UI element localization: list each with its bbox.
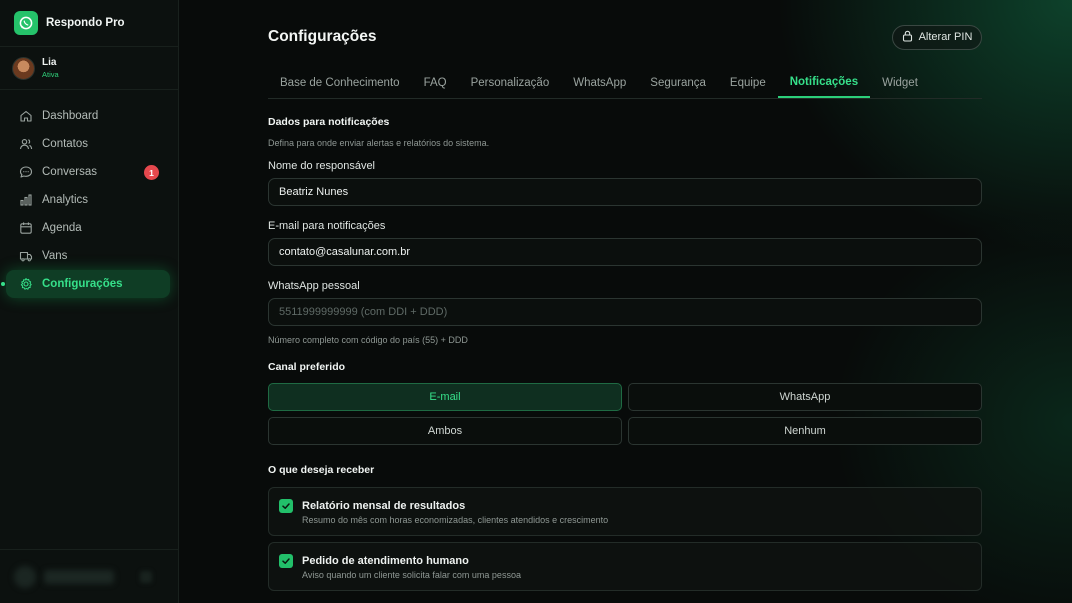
option-title: Pedido de atendimento humano <box>302 555 469 567</box>
users-icon <box>19 137 33 151</box>
unread-badge: 1 <box>144 165 159 180</box>
bar-chart-icon <box>19 193 33 207</box>
settings-tabs: Base de Conhecimento FAQ Personalização … <box>268 68 982 99</box>
option-description: Resumo do mês com horas economizadas, cl… <box>302 515 609 525</box>
section-title: Dados para notificações <box>268 116 390 128</box>
change-pin-label: Alterar PIN <box>918 31 973 43</box>
channel-label: Canal preferido <box>268 361 346 373</box>
home-icon <box>19 109 33 123</box>
sidebar-item-analytics[interactable]: Analytics <box>0 186 171 214</box>
sidebar-nav: Dashboard Contatos Conversas 1 Analytics… <box>0 102 178 298</box>
avatar <box>12 56 35 80</box>
option-monthly-report[interactable]: Relatório mensal de resultados Resumo do… <box>268 487 982 536</box>
option-title: Relatório mensal de resultados <box>302 500 466 512</box>
sidebar-item-label: Contatos <box>42 138 89 150</box>
whatsapp-label: WhatsApp pessoal <box>268 280 360 292</box>
whatsapp-logo-icon <box>14 11 38 35</box>
sidebar-item-label: Configurações <box>42 278 123 290</box>
page-title: Configurações <box>268 28 377 45</box>
sidebar-item-dashboard[interactable]: Dashboard <box>0 102 171 130</box>
channel-both-button[interactable]: Ambos <box>268 417 622 445</box>
channel-whatsapp-button[interactable]: WhatsApp <box>628 383 982 411</box>
sidebar-item-label: Agenda <box>42 222 82 234</box>
option-description: Aviso quando um cliente solicita falar c… <box>302 570 521 580</box>
sidebar-item-conversas[interactable]: Conversas 1 <box>0 158 171 186</box>
channel-none-button[interactable]: Nenhum <box>628 417 982 445</box>
sidebar-footer[interactable] <box>0 549 178 603</box>
tab-faq[interactable]: FAQ <box>412 68 459 98</box>
receive-label: O que deseja receber <box>268 464 375 476</box>
brand[interactable]: Respondo Pro <box>0 0 178 47</box>
sidebar-item-label: Analytics <box>42 194 89 206</box>
sidebar-item-label: Vans <box>42 250 68 262</box>
sidebar-item-agenda[interactable]: Agenda <box>0 214 171 242</box>
option-human-support[interactable]: Pedido de atendimento humano Aviso quand… <box>268 542 982 591</box>
sidebar: Respondo Pro Lia Ativa Dashboard Contato… <box>0 0 179 603</box>
channel-email-button[interactable]: E-mail <box>268 383 622 411</box>
brand-name: Respondo Pro <box>46 17 125 29</box>
notifications-panel: Dados para notificações Defina para onde… <box>268 116 982 591</box>
app-window: Respondo Pro Lia Ativa Dashboard Contato… <box>0 0 1072 603</box>
tab-whatsapp[interactable]: WhatsApp <box>561 68 638 98</box>
active-indicator <box>1 282 5 286</box>
footer-text <box>44 569 114 584</box>
lock-icon <box>902 30 913 45</box>
tab-notificacoes[interactable]: Notificações <box>777 68 871 98</box>
tab-personalizacao[interactable]: Personalização <box>459 68 562 98</box>
tab-equipe[interactable]: Equipe <box>718 68 778 98</box>
name-field[interactable]: Beatriz Nunes <box>268 178 982 206</box>
user-profile[interactable]: Lia Ativa <box>0 47 178 90</box>
checkbox-checked-icon[interactable] <box>279 554 293 568</box>
footer-menu-icon <box>140 570 152 583</box>
email-label: E-mail para notificações <box>268 220 386 232</box>
change-pin-button[interactable]: Alterar PIN <box>892 24 982 50</box>
sidebar-item-contatos[interactable]: Contatos <box>0 130 171 158</box>
section-description: Defina para onde enviar alertas e relató… <box>268 138 490 148</box>
van-icon <box>19 249 33 263</box>
tab-base-de-conhecimento[interactable]: Base de Conhecimento <box>268 68 412 98</box>
sidebar-item-vans[interactable]: Vans <box>0 242 171 270</box>
whatsapp-hint: Número completo com código do país (55) … <box>268 335 468 345</box>
sidebar-item-configuracoes[interactable]: Configurações <box>1 270 170 298</box>
footer-avatar <box>14 565 36 588</box>
main-content: Configurações Alterar PIN Base de Conhec… <box>179 0 1072 603</box>
gear-icon <box>19 277 33 291</box>
channel-options: E-mail WhatsApp Ambos Nenhum <box>268 383 982 445</box>
tab-seguranca[interactable]: Segurança <box>638 68 718 98</box>
sidebar-item-label: Conversas <box>42 166 97 178</box>
whatsapp-field[interactable]: 5511999999999 (com DDI + DDD) <box>268 298 982 326</box>
chat-icon <box>19 165 33 179</box>
email-field[interactable]: contato@casalunar.com.br <box>268 238 982 266</box>
name-label: Nome do responsável <box>268 160 376 172</box>
page-header: Configurações Alterar PIN <box>268 24 982 50</box>
checkbox-checked-icon[interactable] <box>279 499 293 513</box>
calendar-icon <box>19 221 33 235</box>
user-status: Ativa <box>42 70 59 79</box>
tab-widget[interactable]: Widget <box>870 68 930 98</box>
sidebar-item-label: Dashboard <box>42 110 99 122</box>
user-name: Lia <box>42 57 57 68</box>
